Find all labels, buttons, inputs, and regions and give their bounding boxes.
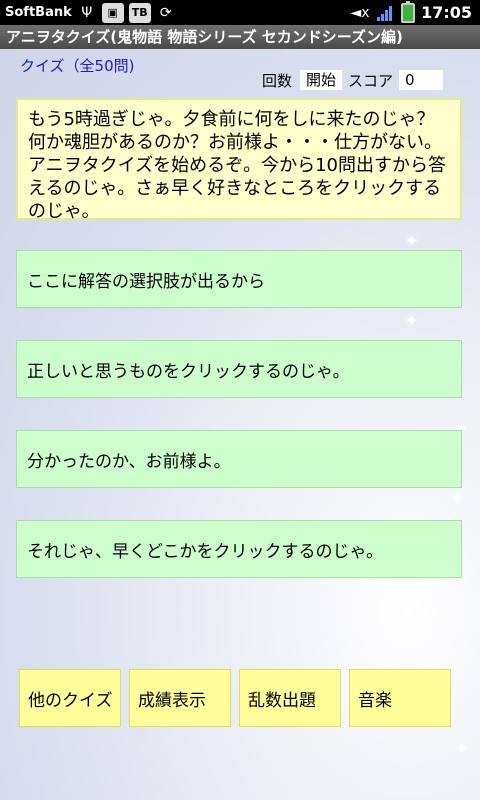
- clock: 17:05: [421, 3, 472, 22]
- answer-option-4[interactable]: それじゃ、早くどこかをクリックするのじゃ。: [16, 520, 462, 578]
- sparkle-decoration: ✦: [405, 231, 419, 250]
- tb-icon: TB: [128, 2, 151, 23]
- score-value: 0: [399, 70, 444, 90]
- score-label: スコア: [348, 71, 394, 90]
- count-value: 開始: [300, 70, 343, 90]
- narration-box: もう5時過ぎじゃ。夕食前に何をしに来たのじゃ？何か魂胆があるのか？お前様よ・・・…: [16, 98, 462, 222]
- score-row: 回数 開始 スコア 0: [262, 69, 444, 91]
- quiz-heading: クイズ（全50問): [20, 57, 135, 75]
- count-label: 回数: [262, 71, 293, 90]
- usb-icon: Ψ: [81, 4, 93, 21]
- carrier-name: SoftBank: [5, 5, 72, 20]
- sparkle-decoration: ✦: [450, 489, 464, 508]
- results-button[interactable]: 成績表示: [129, 669, 231, 727]
- music-button[interactable]: 音楽: [349, 669, 451, 727]
- status-bar: SoftBank Ψ ▣ TB ⟳ ◄x 17:05: [0, 0, 480, 25]
- battery-icon: [401, 0, 416, 23]
- android-debug-icon: ▣: [101, 2, 124, 23]
- answer-option-1[interactable]: ここに解答の選択肢が出るから: [16, 250, 462, 308]
- sync-icon: ⟳: [159, 4, 172, 21]
- answer-option-2[interactable]: 正しいと思うものをクリックするのじゃ。: [16, 340, 462, 398]
- mute-icon: ◄x: [350, 4, 370, 21]
- answer-option-3[interactable]: 分かったのか、お前様よ。: [16, 430, 462, 488]
- sparkle-decoration: ✦: [455, 739, 469, 758]
- random-question-button[interactable]: 乱数出題: [239, 669, 341, 727]
- app-title: アニヲタクイズ(鬼物語 物語シリーズ セカンドシーズン編): [0, 25, 480, 49]
- signal-icon: [375, 3, 395, 23]
- other-quiz-button[interactable]: 他のクイズ: [19, 669, 121, 727]
- sparkle-decoration: ✦: [405, 311, 419, 330]
- quiz-screen: ✦ ✦ ✦ ✦ ✦ ✦ クイズ（全50問) 回数 開始 スコア 0 もう5時過ぎ…: [0, 49, 480, 800]
- sparkle-decoration: ✦: [410, 594, 424, 613]
